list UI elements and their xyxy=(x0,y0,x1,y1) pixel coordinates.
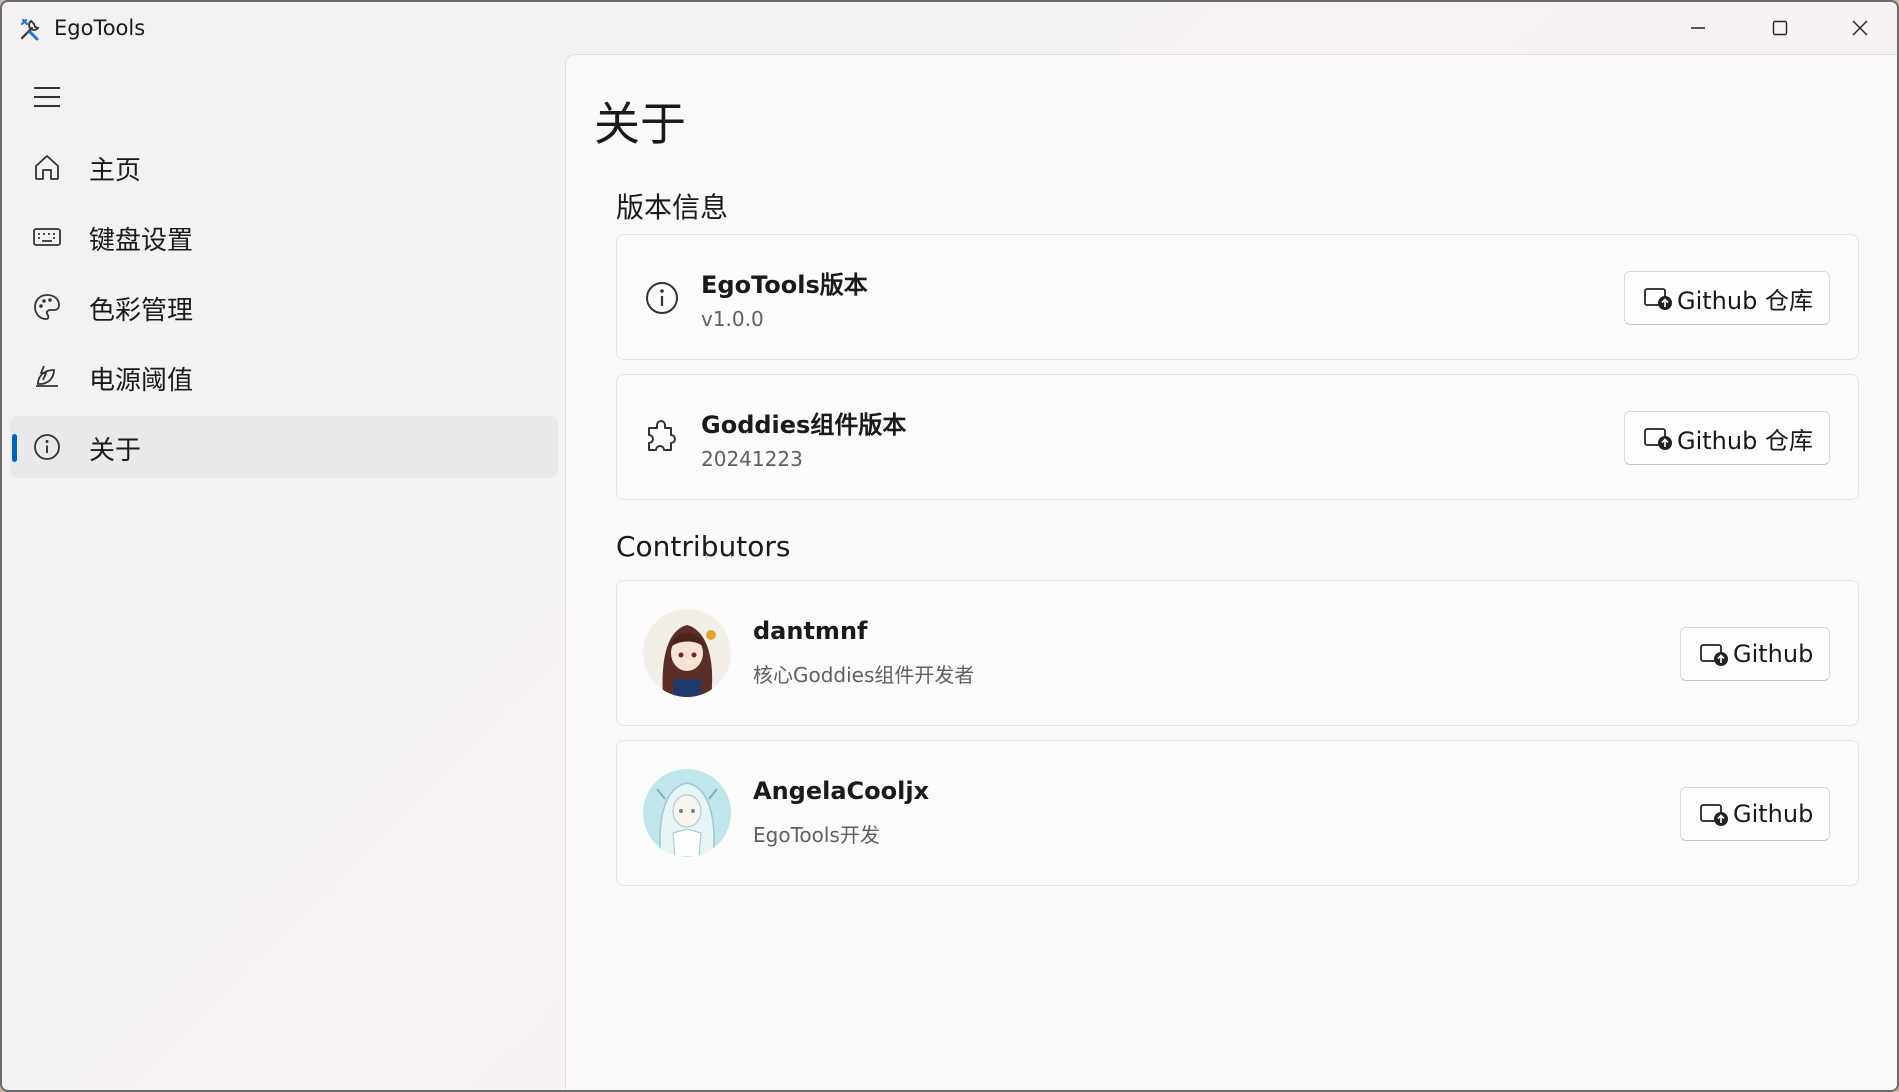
page-title: 关于 xyxy=(594,97,686,151)
hamburger-icon xyxy=(34,87,60,107)
section-title-version: 版本信息 xyxy=(616,191,729,224)
info-icon xyxy=(34,434,60,460)
cloud-upload-icon xyxy=(1644,288,1672,310)
minimize-icon xyxy=(1691,27,1705,29)
version-card-egotools: EgoTools版本 v1.0.0 Github 仓库 xyxy=(616,234,1859,360)
contributor-name: AngelaCooljx xyxy=(753,777,930,805)
cloud-upload-icon xyxy=(1700,644,1728,666)
avatar xyxy=(643,769,731,857)
button-label: Github xyxy=(1733,640,1814,668)
sidebar-item-label: 关于 xyxy=(89,436,142,466)
github-profile-button[interactable]: Github xyxy=(1680,787,1830,841)
button-label: Github 仓库 xyxy=(1677,426,1813,455)
puzzle-icon xyxy=(648,420,676,451)
card-subtitle: 20241223 xyxy=(701,447,803,471)
keyboard-icon xyxy=(33,228,61,246)
nav-menu-toggle[interactable] xyxy=(30,82,64,112)
power-leaf-icon xyxy=(36,365,58,387)
close-icon xyxy=(1852,20,1868,36)
card-title: EgoTools版本 xyxy=(701,271,868,299)
close-button[interactable] xyxy=(1820,2,1897,54)
section-title-contributors: Contributors xyxy=(616,530,791,563)
palette-icon xyxy=(34,294,60,320)
card-title: Goddies组件版本 xyxy=(701,411,907,439)
maximize-button[interactable] xyxy=(1740,2,1820,54)
maximize-icon xyxy=(1772,20,1788,36)
sidebar-item-label: 键盘设置 xyxy=(89,226,194,256)
contributor-card-dantmnf: dantmnf 核心Goddies组件开发者 Github xyxy=(616,580,1859,726)
github-profile-button[interactable]: Github xyxy=(1680,627,1830,681)
content-pane xyxy=(565,54,1897,1090)
contributor-name: dantmnf xyxy=(753,617,868,645)
button-label: Github 仓库 xyxy=(1677,286,1813,315)
contributor-role: 核心Goddies组件开发者 xyxy=(753,663,975,687)
home-icon xyxy=(35,155,59,180)
sidebar-item-keyboard[interactable]: 键盘设置 xyxy=(10,206,558,268)
cloud-upload-icon xyxy=(1700,804,1728,826)
button-label: Github xyxy=(1733,800,1814,828)
github-repo-button[interactable]: Github 仓库 xyxy=(1624,411,1830,465)
app-window: EgoTools 主页 键盘设置 色彩管理 电源阈值 关于 关于 版本信息 Eg… xyxy=(0,0,1899,1092)
sidebar-item-label: 色彩管理 xyxy=(89,296,194,326)
version-card-goddies: Goddies组件版本 20241223 Github 仓库 xyxy=(616,374,1859,500)
tools-icon xyxy=(20,19,40,41)
sidebar-item-label: 电源阈值 xyxy=(89,366,194,396)
sidebar-item-color[interactable]: 色彩管理 xyxy=(10,276,558,338)
sidebar-item-power[interactable]: 电源阈值 xyxy=(10,346,558,408)
contributor-role: EgoTools开发 xyxy=(753,823,880,847)
minimize-button[interactable] xyxy=(1658,2,1738,54)
avatar xyxy=(643,609,731,697)
sidebar-item-label: 主页 xyxy=(89,156,142,186)
sidebar-item-about[interactable]: 关于 xyxy=(10,416,558,478)
title-bar[interactable]: EgoTools xyxy=(2,2,1897,54)
active-indicator xyxy=(12,434,17,462)
github-repo-button[interactable]: Github 仓库 xyxy=(1624,271,1830,325)
window-title: EgoTools xyxy=(54,16,146,40)
cloud-upload-icon xyxy=(1644,428,1672,450)
sidebar-item-home[interactable]: 主页 xyxy=(10,136,558,198)
contributor-card-angelacooljx: AngelaCooljx EgoTools开发 Github xyxy=(616,740,1859,886)
card-subtitle: v1.0.0 xyxy=(701,307,764,331)
info-icon xyxy=(646,282,678,314)
